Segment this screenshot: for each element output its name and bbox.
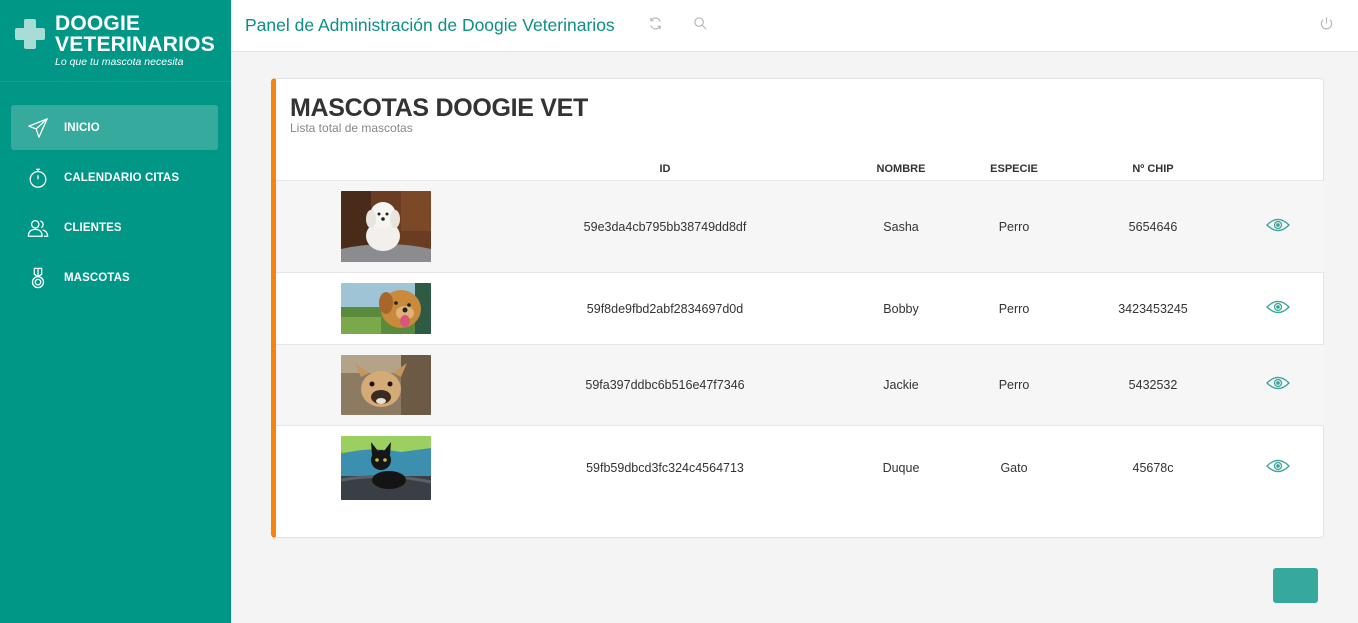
pet-nombre: Jackie: [883, 378, 919, 392]
pet-photo: [341, 283, 431, 334]
pet-nombre: Duque: [882, 461, 920, 475]
pet-id: 59e3da4cb795bb38749dd8df: [583, 220, 747, 234]
sidebar-item-label: MASCOTAS: [64, 271, 130, 284]
pet-especie: Perro: [998, 378, 1030, 392]
brand-name: DOOGIE VETERINARIOS: [55, 13, 215, 55]
pet-especie: Perro: [998, 220, 1030, 234]
stopwatch-icon: [11, 167, 64, 189]
sidebar-item-mascotas[interactable]: MASCOTAS: [11, 255, 218, 300]
sidebar-nav: INICIO CALENDARIO CITAS CLIENTES MASCOTA…: [11, 105, 218, 305]
pet-photo: [341, 191, 431, 262]
table-row[interactable]: 59e3da4cb795bb38749dd8df Sasha Perro 565…: [276, 181, 1324, 273]
page-title: Panel de Administración de Doogie Veteri…: [245, 15, 615, 35]
pet-chip: 5432532: [1128, 378, 1178, 392]
send-icon: [11, 117, 64, 139]
golden-dog-photo: [341, 283, 431, 334]
top-bar: Panel de Administración de Doogie Veteri…: [231, 0, 1358, 52]
pet-especie: Gato: [1000, 461, 1028, 475]
small-dog-photo: [341, 355, 431, 415]
view-eye-icon[interactable]: [1266, 375, 1290, 391]
pet-photo: [341, 355, 431, 415]
white-puppy-photo: [341, 191, 431, 262]
power-icon[interactable]: [1319, 16, 1334, 31]
sidebar-item-label: CALENDARIO CITAS: [64, 171, 180, 184]
brand-name-line2: VETERINARIOS: [55, 33, 215, 56]
users-icon: [11, 217, 64, 239]
pet-id: 59fb59dbcd3fc324c4564713: [586, 461, 744, 475]
table-header: ID NOMBRE ESPECIE Nº CHIP: [276, 157, 1324, 181]
sidebar: DOOGIE VETERINARIOS Lo que tu mascota ne…: [0, 0, 231, 623]
brand-tagline: Lo que tu mascota necesita: [55, 56, 184, 68]
sidebar-item-inicio[interactable]: INICIO: [11, 105, 218, 150]
pet-nombre: Bobby: [883, 302, 919, 316]
pet-chip: 3423453245: [1118, 302, 1188, 316]
pet-id: 59f8de9fbd2abf2834697d0d: [586, 302, 744, 316]
sidebar-item-clientes[interactable]: CLIENTES: [11, 205, 218, 250]
medal-icon: [11, 267, 64, 289]
medical-cross-icon: [15, 19, 45, 49]
view-eye-icon[interactable]: [1266, 299, 1290, 315]
pet-chip: 45678c: [1132, 461, 1174, 475]
brand-name-line1: DOOGIE: [55, 12, 141, 35]
view-eye-icon[interactable]: [1266, 458, 1290, 474]
brand-logo[interactable]: DOOGIE VETERINARIOS Lo que tu mascota ne…: [0, 0, 231, 82]
table-row[interactable]: 59f8de9fbd2abf2834697d0d Bobby Perro 342…: [276, 273, 1324, 345]
sidebar-item-label: INICIO: [64, 121, 100, 134]
column-header-nombre[interactable]: NOMBRE: [877, 163, 926, 175]
column-header-especie[interactable]: ESPECIE: [990, 163, 1038, 175]
pet-id: 59fa397ddbc6b516e47f7346: [585, 378, 745, 392]
card-title: MASCOTAS DOOGIE VET: [290, 94, 589, 122]
black-kitten-photo: [341, 436, 431, 500]
pet-chip: 5654646: [1128, 220, 1178, 234]
column-header-id[interactable]: ID: [660, 163, 671, 175]
search-icon[interactable]: [693, 16, 708, 31]
pet-photo: [341, 436, 431, 500]
pet-nombre: Sasha: [883, 220, 919, 234]
view-eye-icon[interactable]: [1266, 217, 1290, 233]
pet-especie: Perro: [998, 302, 1030, 316]
card-subtitle: Lista total de mascotas: [290, 121, 413, 135]
table-row[interactable]: 59fa397ddbc6b516e47f7346 Jackie Perro 54…: [276, 345, 1324, 426]
table-row[interactable]: 59fb59dbcd3fc324c4564713 Duque Gato 4567…: [276, 426, 1324, 512]
column-header-chip[interactable]: Nº CHIP: [1132, 163, 1173, 175]
floating-action-button[interactable]: [1273, 568, 1318, 603]
sidebar-item-calendario-citas[interactable]: CALENDARIO CITAS: [11, 155, 218, 200]
pets-card: MASCOTAS DOOGIE VET Lista total de masco…: [271, 78, 1324, 538]
sidebar-item-label: CLIENTES: [64, 221, 122, 234]
refresh-icon[interactable]: [648, 16, 663, 31]
